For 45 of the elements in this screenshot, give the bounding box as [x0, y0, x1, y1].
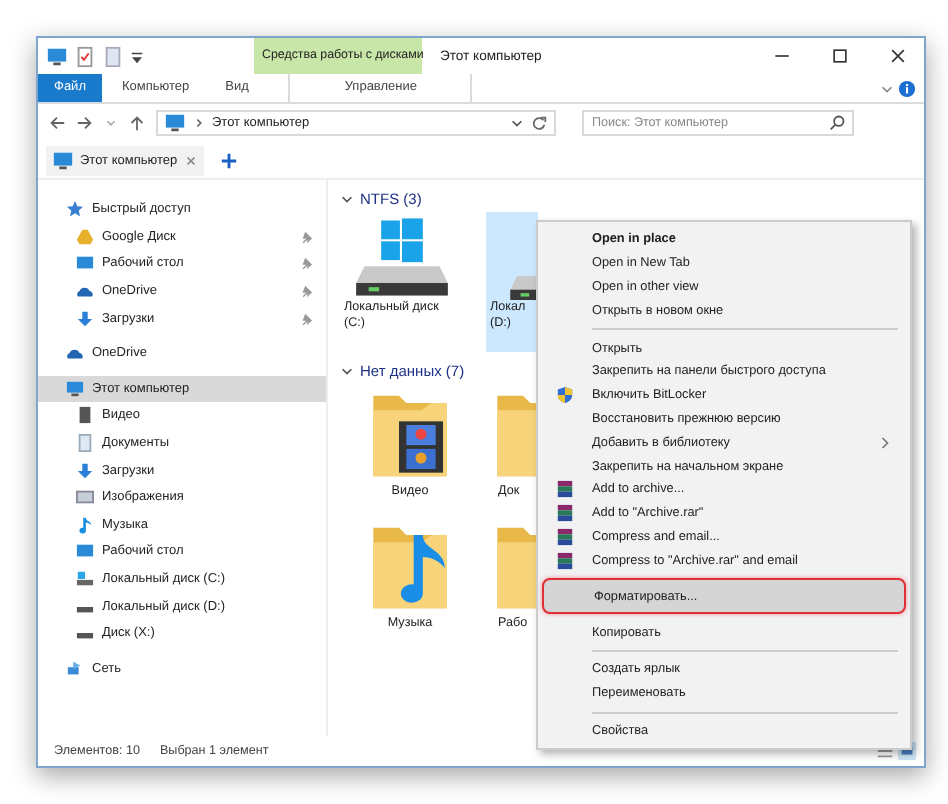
chevron-icon[interactable] [880, 81, 894, 95]
star-icon [66, 200, 84, 219]
computer-icon [164, 112, 186, 134]
search-icon [828, 114, 846, 132]
video-icon [76, 406, 94, 425]
back-icon[interactable] [48, 114, 66, 132]
pin-icon[interactable] [300, 229, 314, 244]
maximize-button[interactable] [830, 46, 850, 66]
chevron-icon[interactable] [192, 116, 206, 130]
network-icon [66, 659, 84, 678]
books-icon [556, 527, 574, 546]
books-icon [556, 504, 574, 523]
add-tab-icon[interactable] [219, 151, 238, 169]
pin-icon[interactable] [300, 284, 314, 299]
cloud-icon [66, 344, 84, 363]
pc-icon [66, 379, 84, 398]
close-icon[interactable] [183, 153, 198, 167]
forward-icon[interactable] [76, 114, 94, 132]
books-icon [556, 551, 574, 570]
music-icon [76, 515, 94, 534]
download-icon [76, 309, 94, 328]
dropdown-icon[interactable] [130, 49, 144, 63]
up-icon[interactable] [128, 114, 146, 132]
cloud-icon [76, 282, 94, 301]
computer-icon[interactable] [46, 45, 68, 67]
desktop-icon [76, 254, 94, 273]
drive-win-icon [76, 570, 94, 589]
pin-icon[interactable] [300, 256, 314, 271]
collapse-icon[interactable] [340, 192, 354, 206]
dropdown-icon[interactable] [510, 116, 524, 130]
windows-drive-icon [352, 216, 452, 300]
books-icon [556, 480, 574, 499]
gdrive-icon [76, 227, 94, 246]
pin-icon[interactable] [300, 311, 314, 326]
properties-icon[interactable] [74, 45, 96, 67]
docs-icon [76, 434, 94, 453]
shield-icon [556, 386, 574, 405]
download-icon [76, 461, 94, 480]
desktop-icon [76, 542, 94, 561]
refresh-icon[interactable] [530, 114, 548, 132]
computer-icon [52, 149, 74, 171]
pictures-icon [76, 488, 94, 507]
help-icon[interactable] [898, 79, 916, 97]
close-button[interactable] [888, 46, 908, 66]
collapse-icon[interactable] [340, 364, 354, 378]
